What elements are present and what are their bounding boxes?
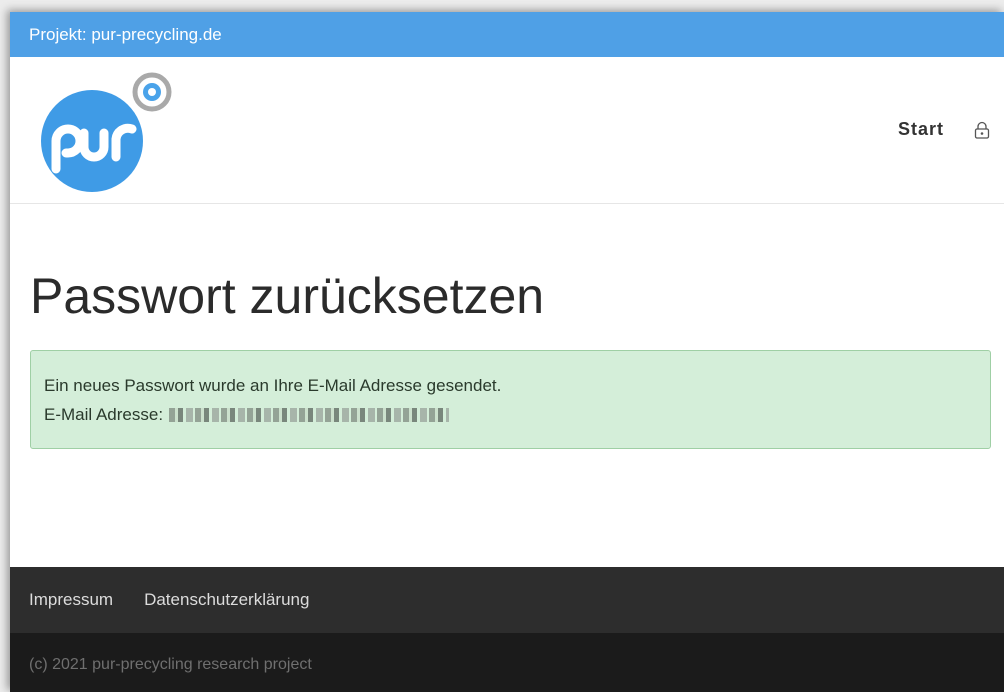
email-redacted-value (169, 407, 450, 422)
site-header: Start (10, 57, 1004, 204)
footer-nav: Impressum Datenschutzerklärung (10, 567, 1004, 633)
main-nav: Start (898, 119, 990, 140)
footer-link-datenschutz[interactable]: Datenschutzerklärung (144, 590, 309, 610)
page-title: Passwort zurücksetzen (30, 268, 545, 324)
browser-page: Projekt: pur-precycling.de Start Passwor… (10, 12, 1004, 692)
footer-link-impressum[interactable]: Impressum (29, 590, 113, 610)
site-logo[interactable] (40, 71, 180, 195)
pur-logo-icon (41, 72, 172, 192)
alert-email-row: E-Mail Adresse: (44, 400, 990, 429)
email-label: E-Mail Adresse: (44, 405, 164, 424)
alert-message: Ein neues Passwort wurde an Ihre E-Mail … (44, 376, 502, 395)
success-alert: Ein neues Passwort wurde an Ihre E-Mail … (30, 350, 991, 449)
main-content: Passwort zurücksetzen Ein neues Passwort… (10, 204, 1004, 509)
project-label: Projekt: pur-precycling.de (29, 25, 222, 44)
project-bar: Projekt: pur-precycling.de (10, 12, 1004, 57)
lock-icon (974, 121, 990, 139)
login-lock-button[interactable] (974, 121, 990, 139)
footer-copyright: (c) 2021 pur-precycling research project (10, 633, 1004, 692)
nav-start-link[interactable]: Start (898, 119, 944, 140)
